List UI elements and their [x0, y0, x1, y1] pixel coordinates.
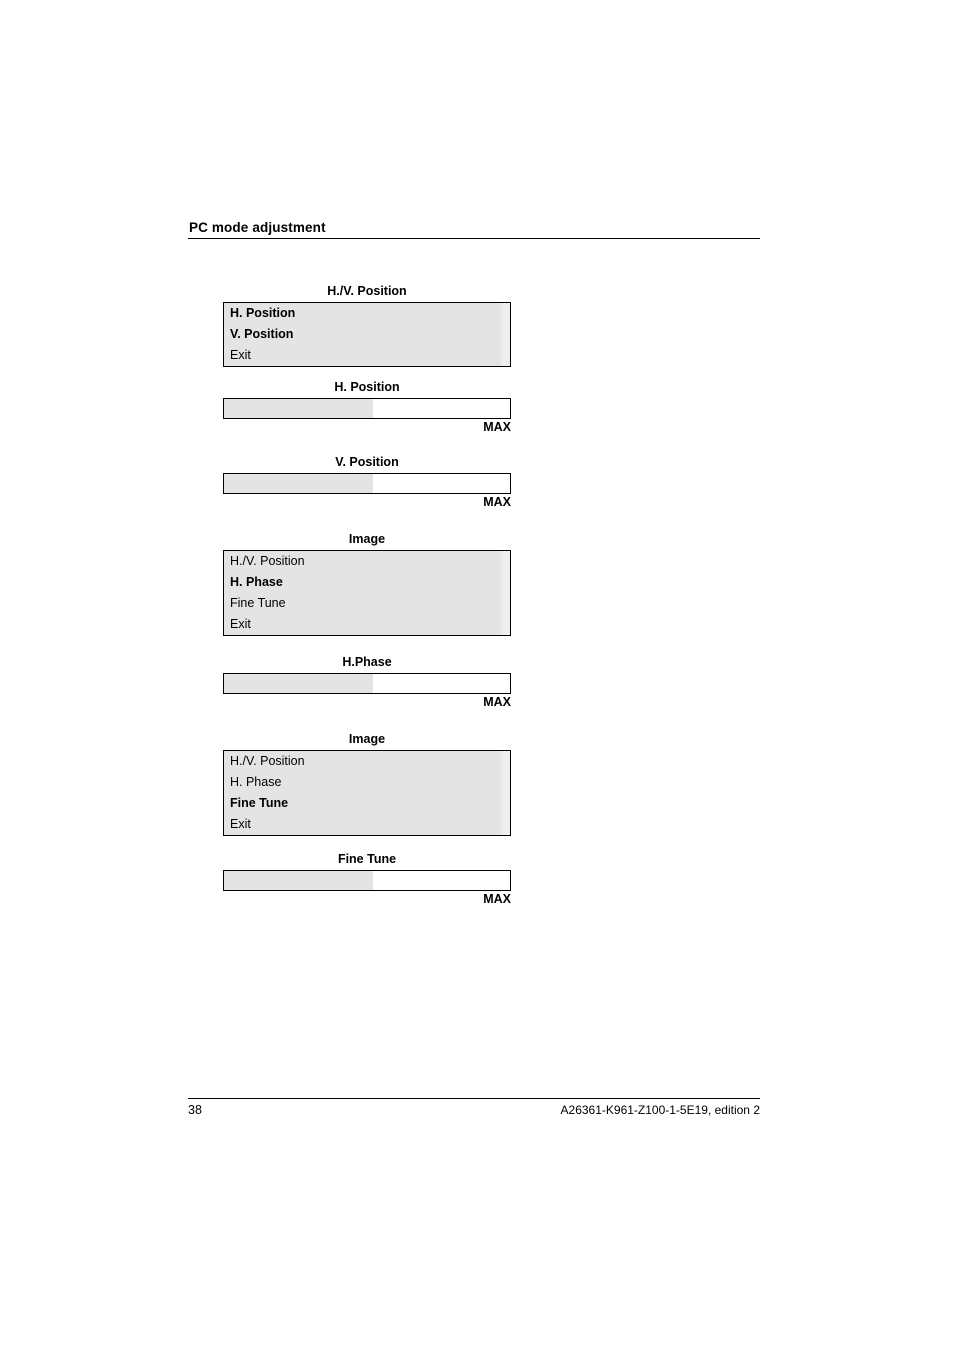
figure-caption: H.Phase [342, 655, 392, 669]
osd-slider-figure: V. Position MAX [223, 455, 511, 510]
osd-menu-item[interactable]: Fine Tune [224, 793, 510, 814]
osd-slider[interactable] [223, 673, 511, 694]
page-number: 38 [188, 1103, 202, 1117]
osd-slider-fill [224, 474, 373, 493]
osd-menu-item[interactable]: Exit [224, 614, 510, 635]
osd-menu: H./V. Position H. Phase Fine Tune Exit [223, 550, 511, 636]
osd-slider-fill [224, 871, 373, 890]
osd-slider[interactable] [223, 870, 511, 891]
page-footer: 38 A26361-K961-Z100-1-5E19, edition 2 [188, 1098, 760, 1118]
osd-menu-item[interactable]: Fine Tune [224, 593, 510, 614]
osd-slider[interactable] [223, 398, 511, 419]
page-header: PC mode adjustment [188, 220, 760, 239]
osd-menu-figure: Image H./V. Position H. Phase Fine Tune Exit [223, 732, 511, 836]
osd-slider[interactable] [223, 473, 511, 494]
osd-slider-max-label: MAX [483, 495, 511, 509]
osd-menu-item[interactable]: Exit [224, 345, 510, 366]
osd-menu-item[interactable]: H. Phase [224, 772, 510, 793]
header-divider [188, 238, 760, 239]
document-code: A26361-K961-Z100-1-5E19, edition 2 [560, 1103, 760, 1117]
osd-menu: H. Position V. Position Exit [223, 302, 511, 367]
osd-slider-figure: H.Phase MAX [223, 655, 511, 710]
figure-caption: Fine Tune [337, 852, 397, 866]
osd-slider-figure: Fine Tune MAX [223, 852, 511, 907]
figure-caption: Image [348, 532, 386, 546]
figure-caption: Image [348, 732, 386, 746]
osd-menu-item[interactable]: H. Position [224, 303, 510, 324]
osd-menu-figure: Image H./V. Position H. Phase Fine Tune Exit [223, 532, 511, 636]
figure-caption: H. Position [334, 380, 400, 394]
document-page: PC mode adjustment H./V. Position H. Posi… [0, 0, 954, 1351]
osd-menu: H./V. Position H. Phase Fine Tune Exit [223, 750, 511, 836]
osd-menu-item[interactable]: H./V. Position [224, 551, 510, 572]
figure-caption: V. Position [335, 455, 399, 469]
osd-menu-item[interactable]: H. Phase [224, 572, 510, 593]
osd-slider-max-label: MAX [483, 420, 511, 434]
osd-slider-max-label: MAX [483, 892, 511, 906]
osd-menu-item[interactable]: V. Position [224, 324, 510, 345]
osd-menu-figure: H./V. Position H. Position V. Position Exit [223, 284, 511, 367]
osd-menu-item[interactable]: H./V. Position [224, 751, 510, 772]
osd-slider-max-label: MAX [483, 695, 511, 709]
page-title: PC mode adjustment [189, 220, 326, 235]
osd-slider-fill [224, 399, 373, 418]
footer-row: 38 A26361-K961-Z100-1-5E19, edition 2 [188, 1099, 760, 1118]
osd-menu-item[interactable]: Exit [224, 814, 510, 835]
osd-slider-fill [224, 674, 373, 693]
figure-caption: H./V. Position [327, 284, 407, 298]
osd-slider-figure: H. Position MAX [223, 380, 511, 435]
